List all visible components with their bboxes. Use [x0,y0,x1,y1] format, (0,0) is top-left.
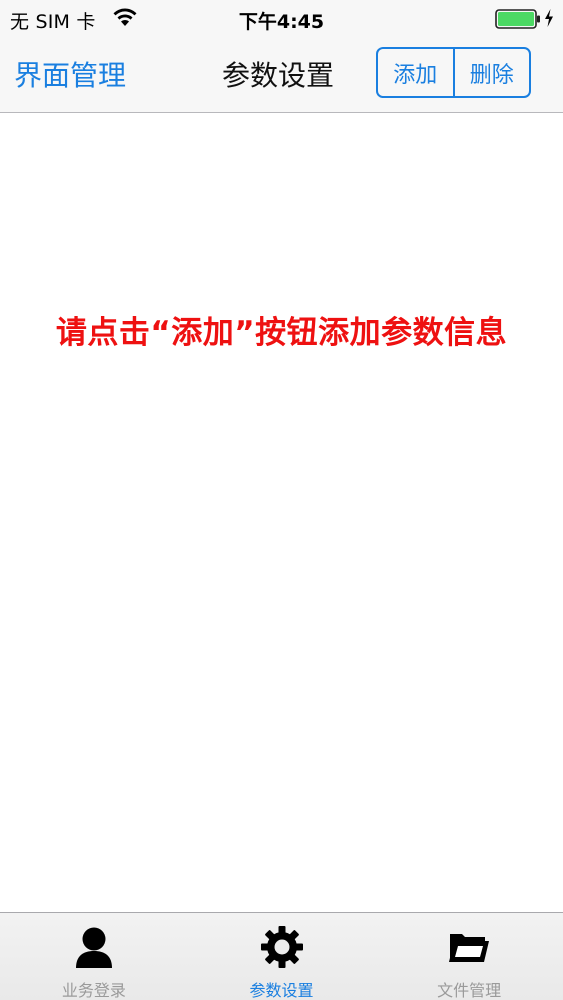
battery-icon [495,9,540,29]
charging-icon [545,9,553,27]
tab-label: 业务登录 [61,981,126,1000]
status-bar: 无 SIM 卡 下午4:45 [0,0,563,38]
tab-bar: 业务登录 参数设置 文件管理 [0,912,563,1000]
tab-file-management[interactable]: 文件管理 [375,913,563,1000]
status-time: 下午4:45 [238,11,325,33]
person-icon [75,927,112,968]
delete-button[interactable]: 删除 [452,49,530,96]
content-area: 请点击“添加”按钮添加参数信息 [0,113,563,912]
back-button[interactable]: 界面管理 [14,54,126,94]
add-delete-segmented-control: 添加 删除 [376,47,531,98]
empty-state-hint: 请点击“添加”按钮添加参数信息 [55,315,508,351]
add-button[interactable]: 添加 [378,49,453,96]
page-title: 参数设置 [222,59,335,92]
folder-icon [449,934,490,962]
tab-parameter-settings[interactable]: 参数设置 [188,913,376,1000]
app-screen: 无 SIM 卡 下午4:45 界面管理 参数设置 添加 删除 请点击“添加”按钮… [0,0,563,1000]
navigation-bar: 界面管理 参数设置 添加 删除 [0,38,563,113]
gear-icon [260,926,303,968]
tab-label: 参数设置 [249,981,314,1000]
tab-label: 文件管理 [437,981,502,1000]
tab-business-login[interactable]: 业务登录 [0,913,188,1000]
